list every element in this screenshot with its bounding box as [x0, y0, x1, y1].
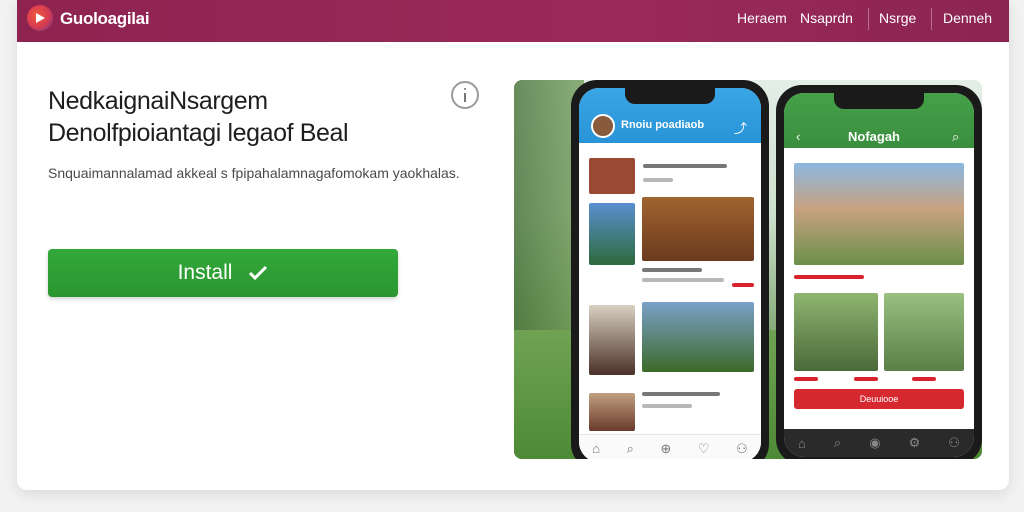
info-icon[interactable] — [451, 81, 479, 109]
search-icon[interactable]: ⌕ — [834, 435, 841, 451]
post-thumbnail — [589, 393, 635, 431]
photo-thumbnail — [884, 293, 964, 371]
app-card: Guoloagilai Heraem Nsaprdn Nsrge Denneh … — [17, 0, 1009, 490]
back-icon: ‹ — [796, 129, 801, 144]
avatar — [591, 114, 615, 138]
add-icon[interactable]: ⊕ — [660, 441, 671, 457]
like-count-badge — [912, 377, 936, 381]
post-thumbnail — [589, 203, 635, 265]
headline-line-1: NedkaignaiNsargem — [48, 87, 268, 115]
post-title — [643, 164, 727, 168]
photo-thumbnail — [794, 293, 878, 371]
post-thumbnail — [642, 197, 754, 261]
nav-link-1[interactable]: Heraem — [737, 10, 787, 26]
post-meta — [643, 178, 673, 182]
settings-icon[interactable]: ⚙ — [909, 435, 921, 451]
install-label: Install — [177, 261, 233, 284]
post-meta — [642, 278, 724, 282]
like-count-badge — [794, 377, 818, 381]
phone-notch — [834, 93, 924, 109]
nav-link-4[interactable]: Denneh — [943, 10, 992, 26]
post-title — [642, 392, 720, 396]
heart-icon[interactable]: ♡ — [698, 441, 710, 457]
search-icon[interactable]: ⌕ — [627, 441, 634, 457]
like-count-badge — [854, 377, 878, 381]
post-title — [642, 268, 702, 272]
phone-mockup-left: Rnoiu poadiaob ⤴ ⌂ ⌕ ⊕ ♡ ⚇ — [571, 80, 769, 459]
share-icon: ⤴ — [734, 121, 748, 136]
nav-link-3[interactable]: Nsrge — [879, 10, 916, 26]
nav-link-2[interactable]: Nsaprdn — [800, 10, 853, 26]
phone-screen-left: Rnoiu poadiaob ⤴ ⌂ ⌕ ⊕ ♡ ⚇ — [579, 88, 761, 459]
post-thumbnail — [589, 305, 635, 375]
bottom-tab-bar: ⌂ ⌕ ◉ ⚙ ⚇ — [784, 429, 974, 457]
phone-notch — [625, 88, 715, 104]
action-button-label: Deuuiooe — [859, 394, 899, 404]
post-thumbnail — [642, 302, 754, 372]
top-navbar: Guoloagilai Heraem Nsaprdn Nsrge Denneh — [17, 0, 1009, 42]
action-button-bar[interactable]: Deuuiooe — [794, 389, 964, 409]
check-icon — [249, 265, 268, 281]
nav-divider — [868, 8, 869, 30]
page-headline: NedkaignaiNsargem Denolfpioiantagi legao… — [48, 85, 349, 149]
headline-line-2: Denolfpioiantagi legaof Beal — [48, 119, 349, 147]
home-icon[interactable]: ⌂ — [798, 436, 806, 451]
page-subtitle: Snquaimannalamad akkeal s fpipahalamnaga… — [48, 165, 460, 181]
user-icon[interactable]: ⚇ — [736, 441, 748, 457]
user-icon[interactable]: ⚇ — [948, 435, 960, 451]
circle-icon[interactable]: ◉ — [869, 435, 880, 451]
featured-image-house — [794, 163, 964, 265]
caption-label — [794, 275, 864, 279]
phone-screen-right: ‹ Nofagah ⌕ Deuuiooe ⌂ ⌕ ◉ ⚙ ⚇ — [784, 93, 974, 457]
install-button[interactable]: Install — [48, 249, 398, 297]
brand-name[interactable]: Guoloagilai — [60, 9, 150, 29]
app-preview-image: Rnoiu poadiaob ⤴ ⌂ ⌕ ⊕ ♡ ⚇ ‹ Nofagah ⌕ D… — [514, 80, 982, 459]
app-title-right: Nofagah — [848, 129, 900, 144]
home-icon[interactable]: ⌂ — [592, 441, 600, 456]
bottom-tab-bar: ⌂ ⌕ ⊕ ♡ ⚇ — [579, 434, 761, 459]
like-count-badge — [732, 283, 754, 287]
app-title-left: Rnoiu poadiaob — [621, 119, 705, 131]
post-meta — [642, 404, 692, 408]
post-thumbnail — [589, 158, 635, 194]
brand-logo-icon[interactable] — [27, 5, 53, 31]
phone-mockup-right: ‹ Nofagah ⌕ Deuuiooe ⌂ ⌕ ◉ ⚙ ⚇ — [776, 85, 982, 459]
search-icon: ⌕ — [952, 129, 960, 144]
nav-divider — [931, 8, 932, 30]
